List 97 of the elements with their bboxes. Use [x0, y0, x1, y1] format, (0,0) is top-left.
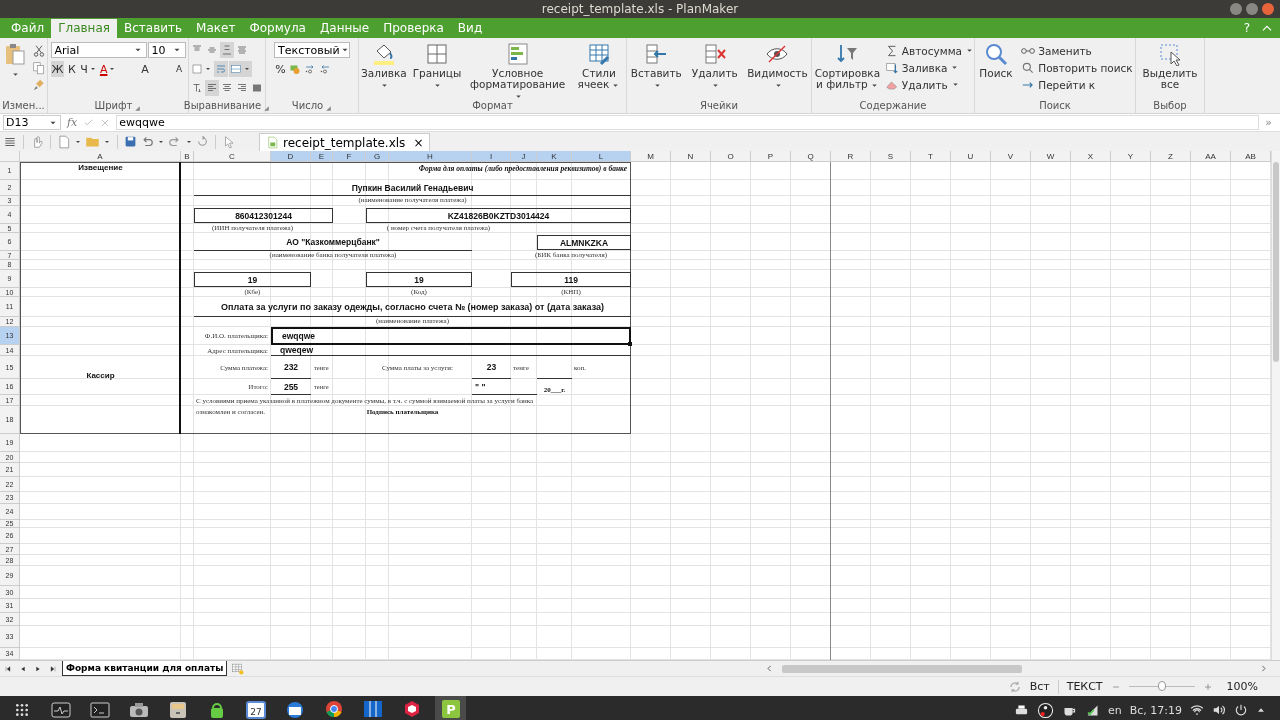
ribbon-button[interactable]: Заливка: [884, 60, 974, 75]
group-label: Выбор: [1153, 100, 1187, 111]
ribbon-button[interactable]: Условное форматирование: [465, 41, 570, 98]
dropdown-field[interactable]: Arial: [50, 42, 147, 58]
notice-label: Извещение: [77, 162, 124, 172]
window-title: receipt_template.xls - PlanMaker: [541, 2, 739, 16]
ribbon-button[interactable]: Видимость: [743, 41, 811, 91]
ribbon-button[interactable]: Удалить: [687, 41, 742, 91]
menu-tab[interactable]: Главная: [51, 19, 117, 38]
bik-value: ALMNKZKA: [537, 235, 631, 250]
column-header[interactable]: V: [991, 151, 1031, 162]
total-value: 255: [271, 379, 311, 395]
group-label: Ячейки: [699, 100, 738, 111]
keyboard-layout[interactable]: en: [1107, 703, 1122, 717]
calendar-icon: 27: [245, 701, 266, 719]
column-header[interactable]: U: [951, 151, 991, 162]
column-header[interactable]: AB: [1231, 151, 1271, 162]
column-header[interactable]: Z: [1151, 151, 1191, 162]
function-button[interactable]: fx: [67, 116, 78, 129]
dropdown-field[interactable]: 10: [147, 42, 186, 58]
close-tab-button[interactable]: ×: [413, 135, 424, 150]
group-label: Шрифт: [94, 100, 133, 111]
ribbon-button[interactable]: Повторить поиск: [1021, 60, 1133, 75]
sheet-tab[interactable]: Форма квитанции для оплаты: [62, 661, 228, 676]
column-header[interactable]: J: [511, 151, 537, 162]
group-label: Число: [291, 100, 324, 111]
payment-purpose: Оплата за услуги по заказу одежды, согласно счета № (номер заказа) от (дата заказа): [194, 297, 631, 317]
column-header[interactable]: G: [366, 151, 389, 162]
column-header[interactable]: W: [1031, 151, 1071, 162]
column-header[interactable]: T: [911, 151, 951, 162]
group-label: Поиск: [1039, 100, 1071, 111]
group-label: Выравнивание: [183, 100, 262, 111]
ribbon-button[interactable]: Автосумма: [884, 43, 974, 58]
ribbon-button[interactable]: Поиск: [977, 41, 1015, 80]
code-value: 19: [366, 272, 472, 287]
column-header[interactable]: N: [671, 151, 711, 162]
group-label: Содержание: [859, 100, 927, 111]
zoom-level: 100%: [1226, 680, 1258, 693]
knp-value: 119: [511, 272, 631, 287]
column-header[interactable]: E: [311, 151, 333, 162]
kbe-value: 19: [194, 272, 311, 287]
ribbon-button[interactable]: Границы: [410, 41, 464, 91]
column-header[interactable]: X: [1071, 151, 1111, 162]
column-header[interactable]: S: [871, 151, 911, 162]
ribbon-button[interactable]: Стили ячеек: [571, 41, 626, 91]
ribbon-button[interactable]: %: [274, 61, 287, 77]
clock[interactable]: Вс, 17:19: [1129, 703, 1182, 717]
group-label: Измен...: [2, 100, 45, 111]
planmaker-icon: P: [440, 699, 461, 719]
ribbon-button[interactable]: A: [98, 61, 118, 77]
payer-address-cell: qweqew: [271, 345, 631, 356]
column-header[interactable]: I: [472, 151, 511, 162]
ribbon-button[interactable]: Ч: [79, 61, 98, 77]
date-quotes: " ": [472, 379, 537, 395]
column-header[interactable]: Q: [791, 151, 831, 162]
ribbon-button[interactable]: Заливка: [359, 41, 409, 91]
column-header[interactable]: P: [751, 151, 791, 162]
fee-value: 23: [472, 356, 511, 379]
ribbon-button[interactable]: К: [65, 61, 79, 77]
ribbon-button[interactable]: Выделить все: [1136, 41, 1204, 91]
column-header[interactable]: B: [181, 151, 194, 162]
recipient-name: Пупкин Василий Генадьевич: [194, 180, 631, 196]
column-header[interactable]: L: [572, 151, 631, 162]
column-header[interactable]: D: [271, 151, 311, 162]
cell-reference-field[interactable]: D13: [3, 115, 61, 130]
ribbon-button[interactable]: Ж: [50, 61, 65, 77]
column-header[interactable]: R: [831, 151, 871, 162]
column-header[interactable]: H: [389, 151, 472, 162]
column-header[interactable]: A: [20, 151, 181, 162]
column-header[interactable]: Y: [1111, 151, 1151, 162]
ribbon-button[interactable]: Вставить: [627, 41, 686, 91]
column-header[interactable]: C: [194, 151, 271, 162]
dropdown-field[interactable]: Текстовый: [274, 42, 350, 58]
formula-field[interactable]: ewqqwe: [116, 115, 1260, 130]
column-header[interactable]: O: [711, 151, 751, 162]
column-header[interactable]: M: [631, 151, 671, 162]
ribbon-button[interactable]: Удалить: [884, 77, 974, 92]
ribbon-button[interactable]: Перейти к: [1021, 77, 1133, 92]
ribbon-button[interactable]: Сортировка и фильтр: [812, 41, 883, 91]
iin-value: 860412301244: [194, 208, 333, 223]
format-indicator: ТЕКСТ: [1066, 680, 1103, 693]
payer-name-cell[interactable]: ewqqwe: [271, 327, 631, 345]
group-label: Формат: [472, 100, 513, 111]
amount-value: 232: [271, 356, 311, 379]
ribbon-button[interactable]: A: [118, 61, 172, 77]
ribbon-button[interactable]: A: [172, 61, 186, 77]
cashier-label: Кассир: [85, 371, 116, 380]
column-header[interactable]: K: [537, 151, 572, 162]
insert-mode: Вст: [1029, 680, 1050, 693]
taskbar-app[interactable]: 27: [240, 696, 271, 720]
ribbon-button[interactable]: Заменить: [1021, 43, 1133, 58]
column-header[interactable]: F: [333, 151, 366, 162]
bank-name: АО "Казкоммерцбанк": [194, 233, 472, 251]
account-value: KZ41826B0KZTD3014424: [366, 208, 631, 223]
column-header[interactable]: AA: [1191, 151, 1231, 162]
more-button[interactable]: »: [1265, 116, 1272, 129]
document-tab[interactable]: receipt_template.xls ×: [259, 133, 431, 151]
